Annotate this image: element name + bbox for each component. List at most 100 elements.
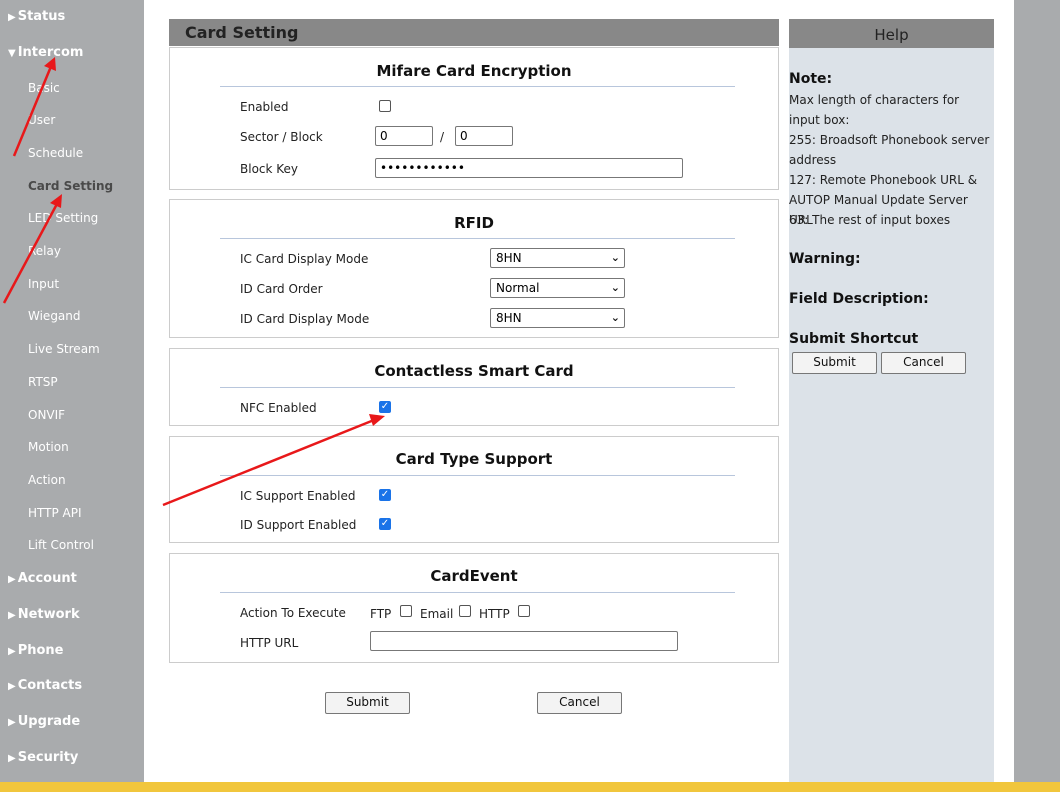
note-line: Max length of characters for input box: xyxy=(789,93,960,127)
ic-support-label: IC Support Enabled xyxy=(240,489,356,503)
nav-item-action[interactable]: Action xyxy=(28,473,66,487)
check-icon: ✓ xyxy=(380,401,390,412)
sector-input[interactable]: 0 xyxy=(375,126,433,146)
caret-right-icon: ▶ xyxy=(8,610,16,621)
nav-group-contacts[interactable]: ▶ Contacts xyxy=(8,678,82,693)
nav-item-wiegand[interactable]: Wiegand xyxy=(28,309,81,323)
enabled-label: Enabled xyxy=(240,100,289,114)
submit-shortcut-heading: Submit Shortcut xyxy=(789,331,919,347)
nav-item-input[interactable]: Input xyxy=(28,277,59,291)
http-url-input[interactable] xyxy=(370,631,678,651)
nav-group-label: Intercom xyxy=(17,45,84,60)
chevron-down-icon: ⌄ xyxy=(610,281,620,294)
nav-item-relay[interactable]: Relay xyxy=(28,244,61,258)
select-value: 8HN xyxy=(496,251,522,265)
id-support-label: ID Support Enabled xyxy=(240,518,357,532)
separator: / xyxy=(440,130,445,144)
id-card-display-mode-select[interactable]: 8HN ⌄ xyxy=(490,308,625,328)
nav-item-onvif[interactable]: ONVIF xyxy=(28,408,65,422)
caret-right-icon: ▶ xyxy=(8,753,16,764)
right-margin xyxy=(1014,0,1060,782)
nav-item-led-setting[interactable]: LED Setting xyxy=(28,211,98,225)
select-value: Normal xyxy=(496,281,540,295)
page-title: Card Setting xyxy=(185,23,299,42)
divider xyxy=(220,475,735,476)
divider xyxy=(220,86,735,87)
warning-heading: Warning: xyxy=(789,251,861,267)
nav-group-security[interactable]: ▶ Security xyxy=(8,750,78,765)
cancel-button[interactable]: Cancel xyxy=(537,692,622,714)
section-title: Mifare Card Encryption xyxy=(376,62,572,80)
sector-block-label: Sector / Block xyxy=(240,130,323,144)
nav-item-motion[interactable]: Motion xyxy=(28,440,69,454)
block-key-input[interactable]: •••••••••••• xyxy=(375,158,683,178)
http-label: HTTP xyxy=(479,607,510,621)
enabled-checkbox[interactable] xyxy=(379,100,391,112)
nav-item-lift-control[interactable]: Lift Control xyxy=(28,538,94,552)
divider xyxy=(220,592,735,593)
nav-group-account[interactable]: ▶ Account xyxy=(8,571,77,586)
note-heading: Note: xyxy=(789,71,833,87)
help-cancel-button[interactable]: Cancel xyxy=(881,352,966,374)
id-card-display-mode-label: ID Card Display Mode xyxy=(240,312,370,326)
ic-card-display-mode-select[interactable]: 8HN ⌄ xyxy=(490,248,625,268)
id-support-checkbox[interactable]: ✓ xyxy=(379,518,391,530)
nav-item-basic[interactable]: Basic xyxy=(28,81,60,95)
caret-down-icon: ▼ xyxy=(8,48,16,59)
submit-button[interactable]: Submit xyxy=(325,692,410,714)
nav-item-live-stream[interactable]: Live Stream xyxy=(28,342,100,356)
note-line: 255: Broadsoft Phonebook server address xyxy=(789,133,990,167)
check-icon: ✓ xyxy=(380,518,390,529)
nav-group-network[interactable]: ▶ Network xyxy=(8,607,80,622)
bottom-bar xyxy=(0,782,1060,792)
id-card-order-label: ID Card Order xyxy=(240,282,323,296)
help-panel: Help Note: Max length of characters for … xyxy=(789,19,994,782)
nfc-enabled-label: NFC Enabled xyxy=(240,401,317,415)
caret-right-icon: ▶ xyxy=(8,681,16,692)
nfc-enabled-checkbox[interactable]: ✓ xyxy=(379,401,391,413)
caret-right-icon: ▶ xyxy=(8,646,16,657)
ftp-checkbox[interactable] xyxy=(400,605,412,617)
nav-item-rtsp[interactable]: RTSP xyxy=(28,375,58,389)
nav-group-upgrade[interactable]: ▶ Upgrade xyxy=(8,714,80,729)
chevron-down-icon: ⌄ xyxy=(610,311,620,324)
nav-group-phone[interactable]: ▶ Phone xyxy=(8,643,64,658)
ic-card-display-mode-label: IC Card Display Mode xyxy=(240,252,369,266)
help-submit-button[interactable]: Submit xyxy=(792,352,877,374)
section-mifare: Mifare Card Encryption Enabled Sector / … xyxy=(169,47,779,190)
divider xyxy=(220,387,735,388)
nav-group-status[interactable]: ▶ Status xyxy=(8,9,65,24)
section-title: CardEvent xyxy=(430,567,518,585)
nav-group-label: Security xyxy=(17,750,79,765)
ic-support-checkbox[interactable]: ✓ xyxy=(379,489,391,501)
check-icon: ✓ xyxy=(380,489,390,500)
caret-right-icon: ▶ xyxy=(8,717,16,728)
nav-group-label: Upgrade xyxy=(17,714,81,729)
nav-item-http-api[interactable]: HTTP API xyxy=(28,506,82,520)
caret-right-icon: ▶ xyxy=(8,574,16,585)
nav-item-user[interactable]: User xyxy=(28,113,55,127)
section-rfid: RFID IC Card Display Mode 8HN ⌄ ID Card O… xyxy=(169,199,779,338)
action-to-execute-label: Action To Execute xyxy=(240,606,346,620)
id-card-order-select[interactable]: Normal ⌄ xyxy=(490,278,625,298)
chevron-down-icon: ⌄ xyxy=(610,251,620,264)
section-contactless: Contactless Smart Card NFC Enabled ✓ xyxy=(169,348,779,426)
block-key-label: Block Key xyxy=(240,162,299,176)
caret-right-icon: ▶ xyxy=(8,12,16,23)
section-title: RFID xyxy=(454,214,494,232)
nav-item-schedule[interactable]: Schedule xyxy=(28,146,83,160)
nav-group-intercom[interactable]: ▼ Intercom xyxy=(8,45,83,60)
email-checkbox[interactable] xyxy=(459,605,471,617)
section-title: Contactless Smart Card xyxy=(374,362,574,380)
block-input[interactable]: 0 xyxy=(455,126,513,146)
sidebar: ▶ Status ▼ Intercom Basic User Schedule Ca… xyxy=(0,0,144,782)
email-label: Email xyxy=(420,607,454,621)
help-title: Help xyxy=(789,19,994,48)
http-url-label: HTTP URL xyxy=(240,636,299,650)
field-description-heading: Field Description: xyxy=(789,291,929,307)
nav-item-card-setting[interactable]: Card Setting xyxy=(28,179,113,193)
http-checkbox[interactable] xyxy=(518,605,530,617)
section-title: Card Type Support xyxy=(395,450,553,468)
section-card-type: Card Type Support IC Support Enabled ✓ I… xyxy=(169,436,779,543)
nav-group-label: Status xyxy=(17,9,66,24)
